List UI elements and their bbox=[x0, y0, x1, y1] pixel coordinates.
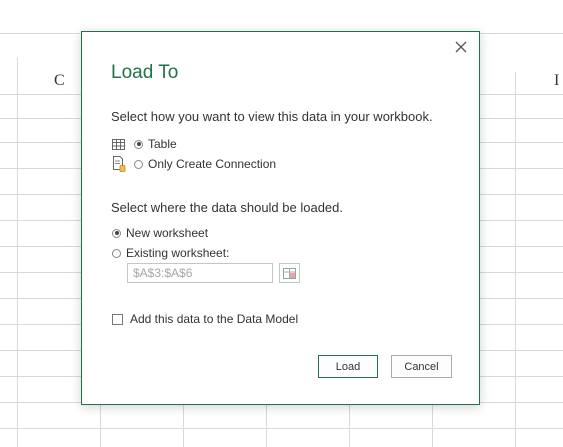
existing-worksheet-label: Existing worksheet: bbox=[126, 246, 230, 260]
view-option-table[interactable]: Table bbox=[112, 136, 177, 152]
grid-line bbox=[266, 405, 267, 447]
new-worksheet-radio[interactable] bbox=[112, 228, 121, 238]
connection-radio[interactable] bbox=[134, 159, 143, 169]
view-prompt: Select how you want to view this data in… bbox=[111, 109, 433, 124]
grid-line bbox=[349, 405, 350, 447]
grid-line bbox=[0, 428, 563, 429]
table-icon bbox=[112, 136, 126, 152]
close-icon bbox=[455, 41, 467, 53]
range-input[interactable]: $A$3:$A$6 bbox=[127, 263, 273, 283]
view-option-connection[interactable]: Only Create Connection bbox=[112, 156, 276, 172]
grid-line bbox=[183, 405, 184, 447]
range-picker-button[interactable] bbox=[279, 263, 300, 283]
cancel-button[interactable]: Cancel bbox=[391, 355, 452, 378]
table-radio[interactable] bbox=[134, 139, 143, 149]
close-button[interactable] bbox=[451, 37, 471, 57]
column-letter-i: I bbox=[554, 72, 560, 89]
grid-line bbox=[515, 72, 516, 447]
data-model-label: Add this data to the Data Model bbox=[130, 312, 299, 326]
column-letter-c: C bbox=[54, 72, 65, 89]
grid-line bbox=[432, 405, 433, 447]
dialog-title: Load To bbox=[111, 62, 179, 83]
range-select-icon bbox=[283, 267, 296, 279]
location-option-existing[interactable]: Existing worksheet: bbox=[112, 246, 229, 260]
location-option-new[interactable]: New worksheet bbox=[112, 226, 208, 240]
existing-worksheet-radio[interactable] bbox=[112, 248, 121, 258]
data-model-option[interactable]: Add this data to the Data Model bbox=[112, 312, 298, 326]
location-prompt: Select where the data should be loaded. bbox=[111, 200, 344, 215]
new-worksheet-label: New worksheet bbox=[126, 226, 209, 240]
load-button[interactable]: Load bbox=[318, 355, 378, 378]
grid-line bbox=[100, 405, 101, 447]
connection-option-label: Only Create Connection bbox=[148, 157, 277, 171]
load-to-dialog: Load To Select how you want to view this… bbox=[81, 31, 480, 405]
grid-line bbox=[17, 58, 18, 447]
data-model-checkbox[interactable] bbox=[112, 313, 123, 325]
table-option-label: Table bbox=[148, 137, 177, 151]
connection-only-icon bbox=[112, 156, 126, 172]
